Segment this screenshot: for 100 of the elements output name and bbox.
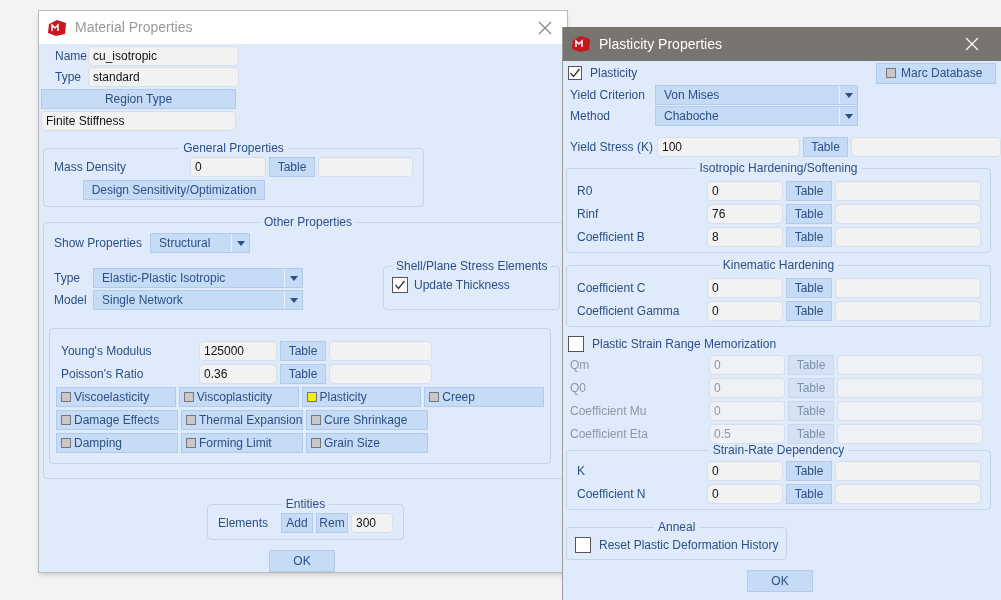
region-type-button[interactable]: Region Type (41, 89, 236, 109)
field-label: Q0 (569, 380, 587, 397)
dropdown[interactable]: Von Mises (655, 85, 858, 105)
table-button[interactable]: Table (786, 278, 832, 298)
caret-icon (844, 92, 853, 98)
input-field[interactable]: 100 (657, 137, 800, 157)
input-field[interactable] (851, 137, 1001, 157)
caret-icon (289, 297, 298, 303)
field-label: Coefficient B (576, 229, 646, 246)
input-field[interactable]: Finite Stiffness (41, 111, 236, 131)
group-title: Isotropic Hardening/Softening (698, 160, 859, 177)
input-field[interactable] (837, 355, 983, 375)
field-label: Poisson's Ratio (60, 366, 145, 383)
caret-icon (236, 240, 245, 246)
property-toggle[interactable]: Viscoelasticity (56, 387, 176, 407)
input-field[interactable]: 300 (351, 513, 393, 533)
ok-button[interactable]: OK (269, 550, 335, 572)
checkmark-icon (394, 279, 406, 291)
group-title: Strain-Rate Dependency (711, 442, 846, 459)
field-label: Method (570, 108, 612, 125)
input-field[interactable]: 0 (190, 157, 266, 177)
input-field[interactable]: 0 (707, 301, 783, 321)
field-label: Yield Stress (K) (570, 139, 654, 156)
input-field[interactable]: standard (88, 67, 239, 87)
property-toggle[interactable]: Cure Shrinkage (306, 410, 428, 430)
dropdown[interactable]: Elastic-Plastic Isotropic (93, 268, 303, 288)
caret-icon (289, 275, 298, 281)
input-field[interactable] (835, 301, 981, 321)
input-field[interactable]: 8 (707, 227, 783, 247)
dropdown[interactable]: Chaboche (655, 106, 858, 126)
input-field[interactable] (329, 341, 432, 361)
input-field[interactable]: 0.36 (199, 364, 277, 384)
table-button[interactable]: Table (786, 204, 832, 224)
logo-icon (47, 18, 67, 37)
checkbox[interactable] (568, 336, 584, 352)
checkbox[interactable] (568, 66, 582, 80)
group-title: Shell/Plane Stress Elements (395, 258, 549, 275)
field-label: Yield Criterion (570, 87, 646, 104)
design-sensitivity-button[interactable]: Design Sensitivity/Optimization (83, 180, 265, 200)
input-field[interactable] (835, 204, 981, 224)
group-title: Entities (284, 496, 327, 513)
input-field[interactable] (835, 181, 981, 201)
dropdown[interactable]: Single Network (93, 290, 303, 310)
input-field[interactable] (835, 227, 981, 247)
property-toggle[interactable]: Viscoplasticity (178, 387, 299, 407)
remove-button[interactable]: Rem (316, 513, 348, 533)
field-label: Coefficient N (576, 486, 647, 503)
property-toggle[interactable]: Forming Limit (181, 433, 303, 453)
field-label: Coefficient Eta (569, 426, 649, 443)
table-button[interactable]: Table (786, 227, 832, 247)
property-toggle[interactable]: Thermal Expansion (181, 410, 303, 430)
table-button[interactable]: Table (786, 181, 832, 201)
input-field[interactable]: 76 (707, 204, 783, 224)
input-field[interactable]: 0 (707, 484, 783, 504)
field-label: Elements (218, 515, 270, 532)
checkbox[interactable] (392, 277, 408, 293)
input-field[interactable] (837, 378, 983, 398)
input-field[interactable] (837, 401, 983, 421)
table-button[interactable]: Table (280, 341, 326, 361)
property-toggle[interactable]: Creep (424, 387, 544, 407)
table-button[interactable]: Table (280, 364, 326, 384)
property-toggle[interactable]: Grain Size (306, 433, 428, 453)
checkbox-label: Plastic Strain Range Memorization (592, 336, 777, 353)
field-label: Type (55, 69, 82, 86)
input-field[interactable]: 0 (707, 278, 783, 298)
checkbox[interactable] (575, 537, 591, 553)
group-title: Anneal (657, 519, 697, 536)
input-field[interactable] (329, 364, 432, 384)
close-icon[interactable] (538, 20, 552, 35)
field-label: Young's Modulus (60, 343, 153, 360)
field-label: Qm (569, 357, 591, 374)
input-field[interactable] (835, 461, 981, 481)
input-field[interactable] (318, 157, 413, 177)
input-field[interactable] (835, 484, 981, 504)
field-label: Show Properties (54, 235, 143, 252)
input-field[interactable]: 0 (707, 461, 783, 481)
field-label: Coefficient Gamma (576, 303, 681, 320)
table-button[interactable]: Table (786, 461, 832, 481)
group-title: Kinematic Hardening (721, 257, 836, 274)
field-label: R0 (576, 183, 594, 200)
checkbox-label: Reset Plastic Deformation History (599, 537, 779, 554)
group-title: General Properties (182, 140, 285, 157)
marc-database-button[interactable]: Marc Database (876, 62, 996, 84)
table-button[interactable]: Table (786, 484, 832, 504)
property-toggle[interactable]: Damping (56, 433, 178, 453)
dropdown[interactable]: Structural (150, 233, 251, 253)
ok-button[interactable]: OK (747, 570, 813, 592)
add-button[interactable]: Add (281, 513, 313, 533)
input-field[interactable]: 0 (707, 181, 783, 201)
input-field[interactable]: cu_isotropic (88, 46, 239, 66)
table-button[interactable]: Table (269, 157, 315, 177)
table-button[interactable]: Table (803, 137, 848, 157)
field-label: Coefficient C (576, 280, 647, 297)
input-field[interactable] (837, 424, 983, 444)
table-button[interactable]: Table (786, 301, 832, 321)
input-field[interactable]: 125000 (199, 341, 277, 361)
field-label: Type (54, 270, 81, 287)
property-toggle[interactable]: Plasticity (301, 387, 422, 407)
property-toggle[interactable]: Damage Effects (56, 410, 178, 430)
input-field[interactable] (835, 278, 981, 298)
